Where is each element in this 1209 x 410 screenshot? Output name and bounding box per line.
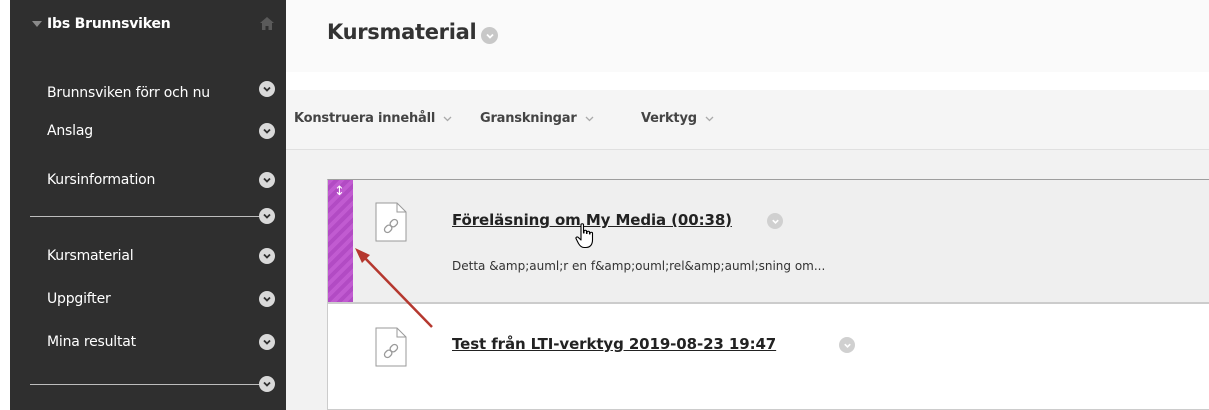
sidebar-item-label[interactable]: Kursmaterial — [47, 248, 134, 264]
sidebar-divider — [30, 384, 260, 385]
chevron-down-icon[interactable] — [259, 172, 275, 188]
file-link-icon — [375, 327, 407, 367]
tools-label[interactable]: Verktyg — [641, 111, 697, 126]
sidebar-item-label[interactable]: Mina resultat — [47, 334, 136, 350]
chevron-down-icon[interactable] — [259, 376, 275, 392]
item-description: Detta &amp;auml;r en f&amp;ouml;rel&amp;… — [452, 259, 826, 273]
home-icon[interactable] — [260, 17, 274, 30]
build-content-menu[interactable]: Konstruera innehåll — [294, 111, 452, 126]
tools-menu[interactable]: Verktyg — [641, 111, 714, 126]
chevron-down-icon[interactable] — [259, 248, 275, 264]
list-item[interactable]: Test från LTI-verktyg 2019-08-23 19:47 — [327, 303, 1209, 410]
chevron-down-icon[interactable] — [585, 116, 594, 122]
sidebar-item-label[interactable]: Kursinformation — [47, 172, 155, 188]
assessments-label[interactable]: Granskningar — [480, 111, 577, 126]
sidebar-edge — [0, 0, 10, 410]
chevron-down-icon[interactable] — [443, 116, 452, 122]
content-list: ↕ Föreläsning om My Media (00:38) Detta … — [286, 150, 1209, 410]
build-content-label[interactable]: Konstruera innehåll — [294, 111, 435, 126]
chevron-down-icon[interactable] — [259, 208, 275, 224]
list-item[interactable]: ↕ Föreläsning om My Media (00:38) Detta … — [327, 179, 1209, 303]
action-bar: Konstruera innehåll Granskningar Verktyg — [286, 90, 1209, 150]
sidebar-item-mina-resultat[interactable]: Mina resultat — [10, 324, 286, 360]
course-menu-header[interactable]: Ibs Brunnsviken — [10, 6, 286, 42]
chevron-down-icon[interactable] — [259, 81, 275, 97]
item-title-link[interactable]: Test från LTI-verktyg 2019-08-23 19:47 — [452, 335, 776, 353]
sidebar-item-kursmaterial[interactable]: Kursmaterial — [10, 238, 286, 274]
sidebar-item-label[interactable]: Brunnsviken förr och nu — [47, 85, 210, 101]
sidebar-item-kursinformation[interactable]: Kursinformation — [10, 162, 286, 198]
page-header: Kursmaterial — [286, 0, 1209, 72]
sidebar-item-uppgifter[interactable]: Uppgifter — [10, 281, 286, 317]
drag-handle[interactable]: ↕ — [328, 180, 353, 302]
chevron-down-icon[interactable] — [767, 213, 783, 229]
page-title: Kursmaterial — [327, 20, 477, 44]
course-name[interactable]: Ibs Brunnsviken — [47, 16, 171, 32]
course-menu: Ibs Brunnsviken Brunnsviken förr och nu … — [0, 0, 286, 410]
sidebar-item-brunnsviken[interactable]: Brunnsviken förr och nu — [10, 75, 286, 111]
main-content: Kursmaterial Konstruera innehåll Granskn… — [286, 0, 1209, 410]
chevron-down-icon[interactable] — [705, 116, 714, 122]
chevron-down-icon[interactable] — [259, 291, 275, 307]
sidebar-divider — [30, 216, 260, 217]
assessments-menu[interactable]: Granskningar — [480, 111, 594, 126]
collapse-toggle-icon[interactable] — [32, 21, 42, 27]
chevron-down-icon[interactable] — [259, 334, 275, 350]
sidebar-item-label[interactable]: Anslag — [47, 123, 93, 139]
file-link-icon — [375, 202, 407, 242]
chevron-down-icon[interactable] — [481, 27, 498, 44]
sidebar-item-label[interactable]: Uppgifter — [47, 291, 111, 307]
sidebar-item-anslag[interactable]: Anslag — [10, 113, 286, 149]
hand-cursor-icon — [575, 223, 594, 249]
drag-handle-icon[interactable]: ↕ — [334, 184, 345, 199]
chevron-down-icon[interactable] — [259, 123, 275, 139]
chevron-down-icon[interactable] — [839, 337, 855, 353]
